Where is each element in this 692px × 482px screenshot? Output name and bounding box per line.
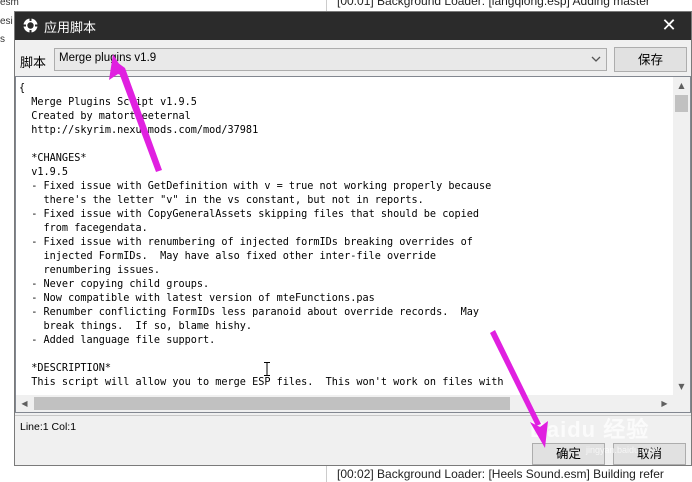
save-button[interactable]: 保存 — [614, 47, 687, 72]
background-log-bottom: [00:02] Background Loader: [Heels Sound.… — [326, 466, 692, 482]
log-line: [00:02] Background Loader: [Heels Sound.… — [337, 467, 664, 481]
text-cursor-icon — [264, 362, 270, 376]
vertical-scrollbar[interactable]: ▲ ▼ — [673, 77, 690, 395]
scroll-up-icon[interactable]: ▲ — [673, 77, 690, 94]
scroll-right-icon[interactable]: ▶ — [656, 395, 673, 412]
dialog-title: 应用脚本 — [44, 21, 97, 36]
scroll-corner — [673, 395, 690, 412]
log-line: [00:01] Background Loader: [langqiong.es… — [337, 0, 650, 8]
vertical-scroll-thumb[interactable] — [675, 95, 688, 112]
scroll-down-icon[interactable]: ▼ — [673, 378, 690, 395]
script-select[interactable]: Merge plugins v1.9 — [54, 48, 607, 71]
app-gear-icon — [23, 18, 38, 33]
background-text: esi — [0, 16, 13, 27]
script-text[interactable]: { Merge Plugins Script v1.9.5 Created by… — [19, 82, 672, 394]
background-text: esm — [0, 0, 19, 8]
script-select-value: Merge plugins v1.9 — [59, 52, 157, 64]
watermark-logo: Baidu 经验 — [530, 417, 650, 442]
cursor-position: Line:1 Col:1 — [20, 421, 77, 433]
background-text: s — [0, 34, 5, 45]
horizontal-scroll-thumb[interactable] — [34, 397, 510, 410]
scroll-left-icon[interactable]: ◀ — [16, 395, 33, 412]
script-editor[interactable]: { Merge Plugins Script v1.9.5 Created by… — [15, 76, 691, 413]
background-file-list: esm esi s — [0, 0, 19, 482]
script-label: 脚本 — [20, 56, 47, 71]
watermark-url: jingyan.baidu.com — [586, 445, 659, 455]
title-bar[interactable]: 应用脚本 ✕ — [15, 12, 691, 40]
chevron-down-icon — [591, 56, 601, 62]
close-button[interactable]: ✕ — [647, 12, 691, 40]
horizontal-scrollbar[interactable]: ◀ ▶ — [16, 395, 673, 412]
apply-script-dialog: 应用脚本 ✕ 脚本 Merge plugins v1.9 保存 { Merge … — [14, 11, 692, 466]
